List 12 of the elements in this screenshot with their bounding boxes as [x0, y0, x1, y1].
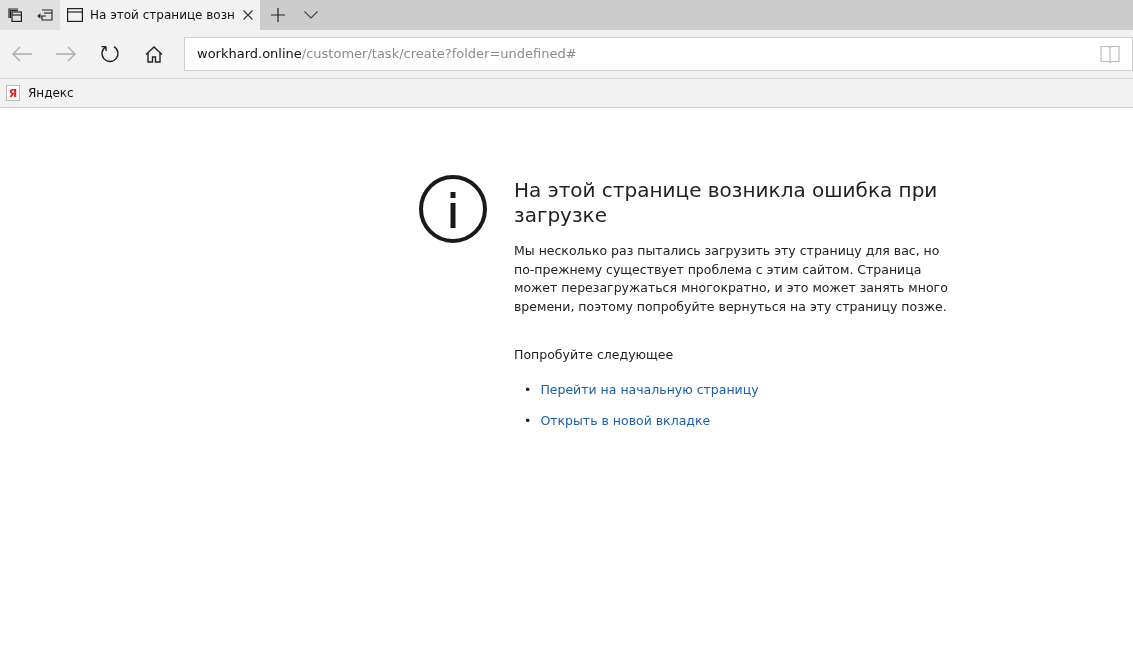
browser-tab[interactable]: На этой странице возн [60, 0, 260, 30]
favorite-link[interactable]: Я Яндекс [0, 84, 80, 102]
address-bar[interactable]: workhard.online/customer/task/create?folder=undefined# [184, 37, 1133, 71]
bullet-icon: • [524, 380, 532, 400]
error-title: На этой странице возникла ошибка при загрузке [514, 178, 939, 228]
bullet-icon: • [524, 411, 532, 431]
suggestions-heading: Попробуйте следующее [514, 346, 675, 364]
url-text: workhard.online/customer/task/create?folder=undefined# [197, 45, 577, 64]
error-message: Мы несколько раз пытались загрузить эту страницу для вас, но по-прежнему существует проблема с этим сайтом. Страница может перезагружаться многократно, и это может занять много времени, поэтому попробуйте вернуться на эту страницу позже. [514, 242, 949, 316]
suggestion-link[interactable]: Перейти на начальную страницу [540, 380, 759, 400]
suggestion-link[interactable]: Открыть в новой вкладке [540, 411, 711, 431]
yandex-logo-icon: Я [6, 85, 20, 101]
